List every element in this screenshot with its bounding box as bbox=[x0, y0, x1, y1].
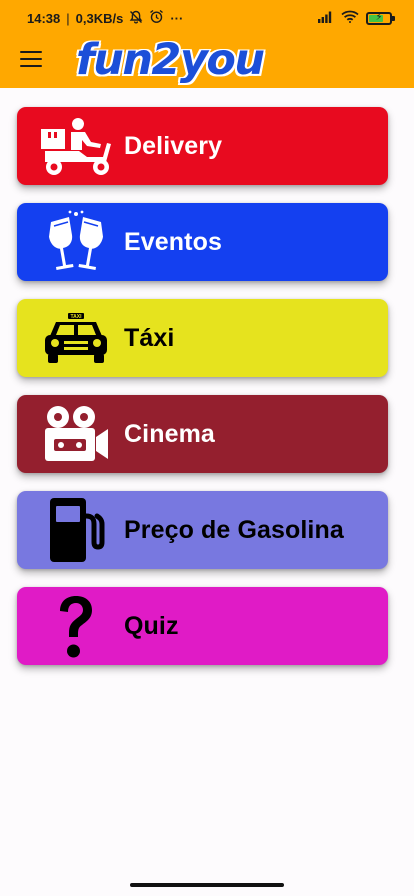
menu-item-label: Cinema bbox=[124, 420, 215, 448]
battery-charging-icon: ⚡ bbox=[366, 11, 395, 25]
status-time: 14:38 bbox=[27, 10, 61, 26]
menu-item-label: Delivery bbox=[124, 132, 223, 160]
mute-bell-icon bbox=[129, 10, 143, 27]
status-network-speed: 0,3KB/s bbox=[75, 10, 124, 26]
movie-camera-icon bbox=[35, 401, 117, 467]
hamburger-menu-icon[interactable] bbox=[20, 50, 42, 68]
menu-item-taxi[interactable]: TAXI Táxi bbox=[17, 299, 388, 377]
menu-item-label: Táxi bbox=[124, 324, 175, 352]
alarm-icon bbox=[149, 9, 164, 27]
menu-item-preco-gasolina[interactable]: Preço de Gasolina bbox=[17, 491, 388, 569]
svg-text:TAXI: TAXI bbox=[70, 314, 82, 320]
menu-list: Delivery Eventos TAXI Táxi Cinema Preço … bbox=[17, 107, 388, 683]
menu-item-label: Quiz bbox=[124, 612, 179, 640]
menu-item-cinema[interactable]: Cinema bbox=[17, 395, 388, 473]
question-mark-icon bbox=[35, 593, 117, 659]
home-indicator[interactable] bbox=[130, 883, 284, 887]
taxi-icon: TAXI bbox=[35, 305, 117, 371]
delivery-scooter-icon bbox=[35, 113, 117, 179]
menu-item-label: Preço de Gasolina bbox=[124, 516, 344, 544]
app-logo: fun2you bbox=[75, 35, 266, 85]
status-overflow: ··· bbox=[170, 10, 184, 26]
menu-item-quiz[interactable]: Quiz bbox=[17, 587, 388, 665]
menu-item-label: Eventos bbox=[124, 228, 222, 256]
menu-item-eventos[interactable]: Eventos bbox=[17, 203, 388, 281]
menu-item-delivery[interactable]: Delivery bbox=[17, 107, 388, 185]
wifi-icon bbox=[341, 10, 359, 26]
gas-pump-icon bbox=[35, 497, 117, 563]
app-bar: fun2you bbox=[0, 35, 414, 88]
champagne-toast-icon bbox=[35, 209, 117, 275]
signal-icon bbox=[318, 11, 334, 26]
status-bar: 14:38 | 0,3KB/s ··· ⚡ bbox=[0, 0, 414, 36]
app-header: 14:38 | 0,3KB/s ··· ⚡ fun2you bbox=[0, 0, 414, 88]
status-separator: | bbox=[66, 10, 70, 26]
